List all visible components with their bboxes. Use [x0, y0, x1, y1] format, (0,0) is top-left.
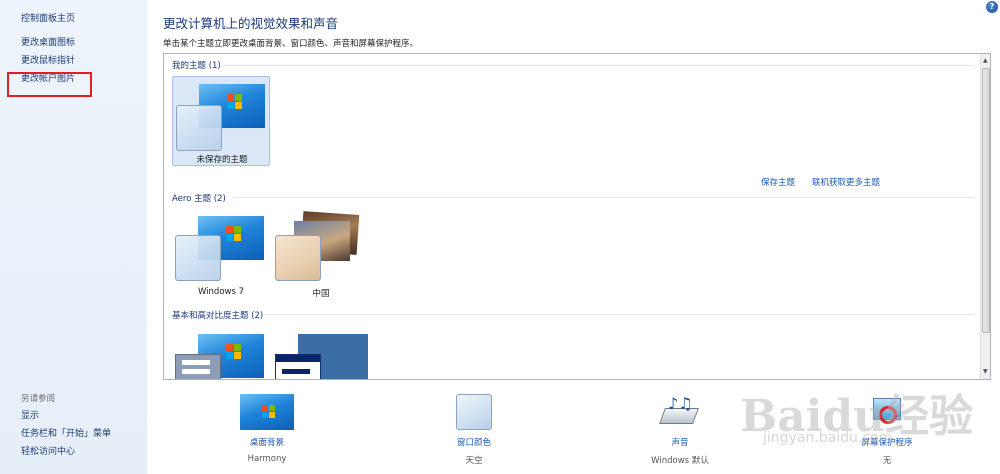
divider [264, 314, 974, 315]
page-subtitle: 单击某个主题立即更改桌面背景、窗口颜色、声音和屏幕保护程序。 [163, 39, 419, 49]
windows-logo-icon [226, 226, 242, 242]
window-color-tool[interactable]: 窗口颜色 天空 [429, 394, 519, 466]
sound-tool[interactable]: ♪♫ 声音 Windows 默认 [630, 394, 730, 466]
desktop-background-icon [240, 394, 294, 430]
theme-list[interactable]: 我的主题 (1) 未保存的主题 保存主题 联机获取更多主题 Aero 主题 (2… [163, 53, 991, 380]
watermark-url: jingyan.baidu.com [763, 430, 893, 446]
scroll-down-arrow-icon[interactable]: ▼ [983, 368, 988, 375]
windows-logo-icon [227, 94, 243, 110]
tool-name: 桌面背景 [249, 438, 284, 448]
theme-high-contrast[interactable] [272, 326, 370, 379]
see-also-links: 显示 任务栏和「开始」菜单 轻松访问中心 [21, 410, 111, 464]
help-icon[interactable]: ? [986, 1, 998, 13]
control-panel-home-link[interactable]: 控制面板主页 [21, 11, 75, 24]
theme-label: Windows 7 [197, 287, 245, 297]
theme-china[interactable]: 中国 [272, 207, 370, 299]
display-link[interactable]: 显示 [21, 410, 111, 428]
ease-of-access-link[interactable]: 轻松访问中心 [21, 446, 111, 464]
divider [224, 65, 974, 66]
basic-themes-heading: 基本和高对比度主题 (2) [172, 311, 264, 321]
window-color-swatch [275, 354, 321, 379]
get-more-themes-link[interactable]: 联机获取更多主题 [812, 176, 880, 188]
tool-name: 声音 [671, 438, 689, 448]
tool-value: Windows 默认 [651, 456, 709, 466]
desktop-background-tool[interactable]: 桌面背景 Harmony [222, 394, 312, 464]
my-themes-heading: 我的主题 (1) [172, 61, 221, 71]
windows-logo-icon [226, 344, 242, 360]
theme-windows-7[interactable]: Windows 7 [172, 207, 270, 297]
sound-icon: ♪♫ [659, 394, 700, 430]
window-color-swatch [175, 354, 221, 379]
aero-themes-heading: Aero 主题 (2) [172, 194, 226, 204]
tool-name: 窗口颜色 [456, 438, 491, 448]
theme-unsaved[interactable]: 未保存的主题 [172, 76, 270, 166]
red-highlight-box [7, 72, 92, 97]
page-title: 更改计算机上的视觉效果和声音 [163, 16, 339, 31]
tool-value: 天空 [465, 456, 483, 466]
change-mouse-pointers-link[interactable]: 更改鼠标指针 [21, 55, 75, 73]
theme-basic[interactable] [172, 326, 270, 379]
vertical-scrollbar[interactable]: ▲ ▼ [980, 54, 990, 379]
theme-label: 中国 [312, 289, 330, 299]
tool-value: Harmony [247, 454, 287, 464]
taskbar-start-menu-link[interactable]: 任务栏和「开始」菜单 [21, 428, 111, 446]
divider [234, 197, 974, 198]
theme-label: 未保存的主题 [196, 155, 248, 165]
change-desktop-icons-link[interactable]: 更改桌面图标 [21, 37, 75, 55]
scroll-thumb[interactable] [982, 68, 990, 333]
see-also-heading: 另请参阅 [21, 394, 56, 404]
window-color-icon [456, 394, 492, 430]
scroll-up-arrow-icon[interactable]: ▲ [983, 57, 988, 64]
window-color-swatch [176, 105, 222, 151]
save-theme-link[interactable]: 保存主题 [761, 176, 795, 188]
window-color-swatch [175, 235, 221, 281]
window-color-swatch [275, 235, 321, 281]
tool-value: 无 [882, 456, 892, 466]
left-nav-pane: 控制面板主页 更改桌面图标 更改鼠标指针 更改帐户图片 另请参阅 显示 任务栏和… [0, 0, 147, 474]
